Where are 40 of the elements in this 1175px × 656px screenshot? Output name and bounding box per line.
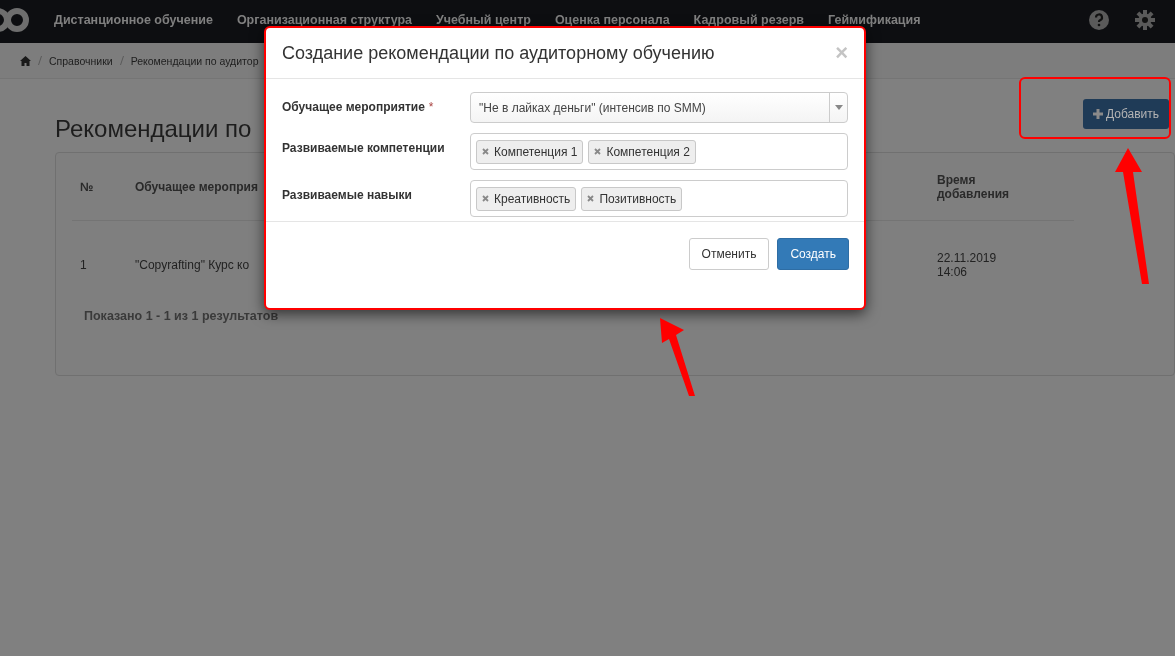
field-label: Обучащее мероприятие xyxy=(282,100,425,114)
table-cell-text: 22.11.2019 14:06 xyxy=(937,251,998,279)
plus-icon xyxy=(1092,109,1103,119)
breadcrumb-link[interactable]: Справочники xyxy=(49,54,113,67)
remove-icon[interactable] xyxy=(482,148,489,155)
nav-link[interactable]: Геймификация xyxy=(828,12,921,27)
required-mark: * xyxy=(428,100,434,114)
table-cell: "Copyrafting" Курс ко xyxy=(135,258,250,272)
column-header: Время добавления xyxy=(937,172,1011,201)
results-summary: Показано 1 - 1 из 1 результатов xyxy=(83,309,280,323)
breadcrumb-separator xyxy=(119,56,124,65)
nav-link[interactable]: Оценка персонала xyxy=(554,12,670,27)
remove-icon[interactable] xyxy=(482,195,489,202)
modal-title: Создание рекомендации по аудиторному обучению xyxy=(282,42,715,64)
tag-label: Креативность xyxy=(494,191,571,206)
settings-icon[interactable] xyxy=(1135,9,1155,30)
tag-input-field[interactable]: Компетенция 1 Компетенция 2 xyxy=(470,133,848,170)
help-icon[interactable] xyxy=(1089,9,1109,30)
nav-link[interactable]: Учебный центр xyxy=(436,12,531,27)
caret-icon xyxy=(834,105,843,110)
remove-icon[interactable] xyxy=(594,148,602,155)
page-title: Рекомендации по xyxy=(55,115,252,143)
column-header: Обучащее мероприя xyxy=(135,179,258,194)
table-cell-text: 1 xyxy=(79,258,88,272)
tag-label: Компетенция 1 xyxy=(494,144,578,159)
select-field[interactable]: "Не в лайках деньги" (интенсив по SMM) xyxy=(470,92,848,123)
column-header: № xyxy=(79,179,95,194)
remove-icon[interactable] xyxy=(587,195,595,202)
tag-label: Позитивность xyxy=(599,191,677,206)
field-label: Развиваемые навыки xyxy=(282,188,412,202)
cancel-button[interactable]: Отменить xyxy=(688,238,770,270)
home-icon[interactable] xyxy=(20,55,31,66)
field-label: Развиваемые компетенции xyxy=(282,141,445,155)
tag-label: Компетенция 2 xyxy=(606,144,690,159)
create-button[interactable]: Создать xyxy=(777,238,849,270)
add-button[interactable]: Добавить xyxy=(1082,99,1169,129)
tag-input-field[interactable]: Креативность Позитивность xyxy=(470,180,848,217)
nav-link[interactable]: Кадровый резерв xyxy=(693,12,804,27)
nav-link[interactable]: Организационная структура xyxy=(236,12,412,27)
nav-link[interactable]: Дистанционное обучение xyxy=(54,12,213,27)
